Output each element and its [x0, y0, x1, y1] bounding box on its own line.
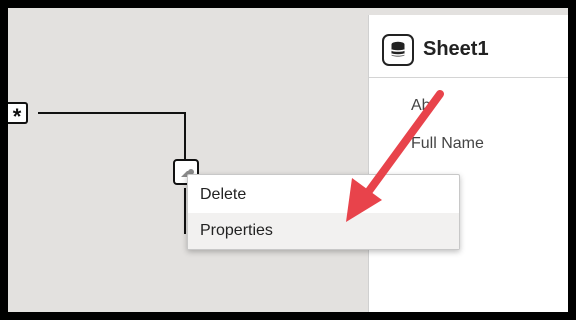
relationship-line-vertical[interactable] [184, 112, 186, 166]
many-cardinality-marker[interactable]: * [8, 102, 28, 129]
table-field[interactable]: Full Name [411, 135, 484, 153]
menu-item-delete[interactable]: Delete [188, 177, 459, 213]
database-icon [382, 34, 414, 66]
screenshot-frame: * Sheet1 Ab Full Name Delete Properties [0, 0, 576, 320]
table-card-sheet1[interactable]: Sheet1 Ab Full Name [368, 15, 568, 312]
relationship-line-vertical-lower[interactable] [184, 188, 186, 234]
relationship-line-horizontal[interactable] [38, 112, 186, 114]
menu-item-properties[interactable]: Properties [188, 213, 459, 249]
table-title: Sheet1 [423, 38, 489, 60]
table-field[interactable]: Ab [411, 97, 431, 115]
context-menu: Delete Properties [187, 174, 460, 250]
table-card-header[interactable]: Sheet1 [369, 15, 568, 78]
diagram-canvas[interactable]: * Sheet1 Ab Full Name Delete Properties [8, 8, 568, 312]
